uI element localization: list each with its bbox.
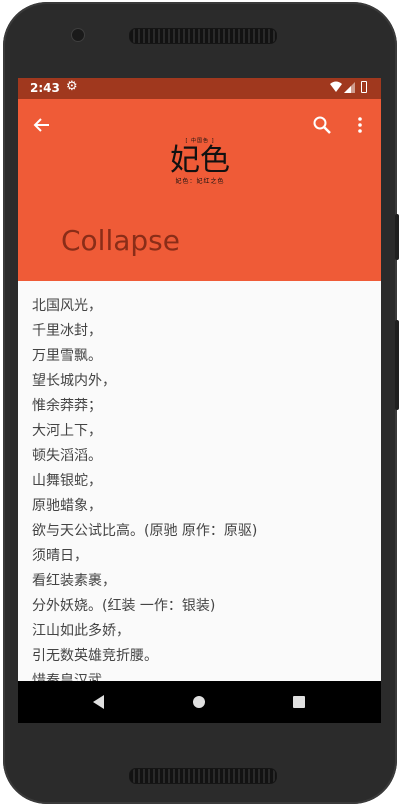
- poem-line: 引无数英雄竞折腰。: [32, 648, 158, 664]
- poem-line: 须晴日，: [32, 548, 88, 564]
- more-vert-icon[interactable]: [354, 115, 366, 135]
- signal-icon: [344, 82, 355, 93]
- poem-line: 江山如此多娇，: [32, 623, 130, 639]
- poem-line: 北国风光，: [32, 298, 102, 314]
- poem-line: 千里冰封，: [32, 323, 102, 339]
- poem-line: 顿失滔滔。: [32, 448, 102, 464]
- top-speaker: [129, 28, 277, 44]
- logo-name: 妃色: [170, 143, 230, 178]
- power-button: [395, 214, 399, 260]
- poem-line: 万里雪飘。: [32, 348, 102, 364]
- poem-line: 原驰蜡象，: [32, 498, 102, 514]
- front-camera: [71, 28, 85, 42]
- status-time: 2:43: [30, 81, 60, 95]
- poem-line: 山舞银蛇，: [32, 473, 102, 489]
- poem-line: 分外妖娆。(红装 一作：银装): [32, 598, 216, 614]
- collapsing-toolbar: [ 中国色 ] 妃色 妃色：妃红之色 Collapse: [18, 99, 381, 281]
- poem-line: 大河上下，: [32, 423, 102, 439]
- recents-square-icon[interactable]: [289, 692, 309, 712]
- logo-subtitle: 妃色：妃红之色: [175, 178, 225, 185]
- color-logo: [ 中国色 ] 妃色 妃色：妃红之色: [138, 137, 262, 193]
- home-circle-icon[interactable]: [189, 692, 209, 712]
- poem-line: 望长城内外，: [32, 373, 116, 389]
- bottom-speaker: [129, 768, 277, 784]
- poem-content: 北国风光， 千里冰封， 万里雪飘。 望长城内外， 惟余莽莽； 大河上下， 顿失滔…: [18, 281, 381, 681]
- settings-icon: ⚙: [66, 79, 78, 94]
- volume-button: [395, 320, 399, 410]
- poem-line: 欲与天公试比高。(原驰 原作：原驱): [32, 523, 258, 539]
- battery-icon: [361, 81, 367, 93]
- poem-line: 看红装素裹，: [32, 573, 116, 589]
- back-arrow-icon[interactable]: [32, 115, 52, 135]
- phone-screen: 2:43 ⚙ [ 中国色 ] 妃色 妃色：妃红之色 Collapse 北国风光，…: [18, 78, 381, 723]
- poem-line: 惟余莽莽；: [32, 398, 102, 414]
- wifi-icon: [330, 81, 342, 92]
- poem-line: 惜秦皇汉武，: [32, 673, 116, 681]
- search-icon[interactable]: [312, 115, 332, 135]
- navigation-bar: [18, 681, 381, 723]
- back-triangle-icon[interactable]: [89, 692, 109, 712]
- collapse-title: Collapse: [61, 224, 180, 257]
- status-bar: 2:43 ⚙: [18, 78, 381, 99]
